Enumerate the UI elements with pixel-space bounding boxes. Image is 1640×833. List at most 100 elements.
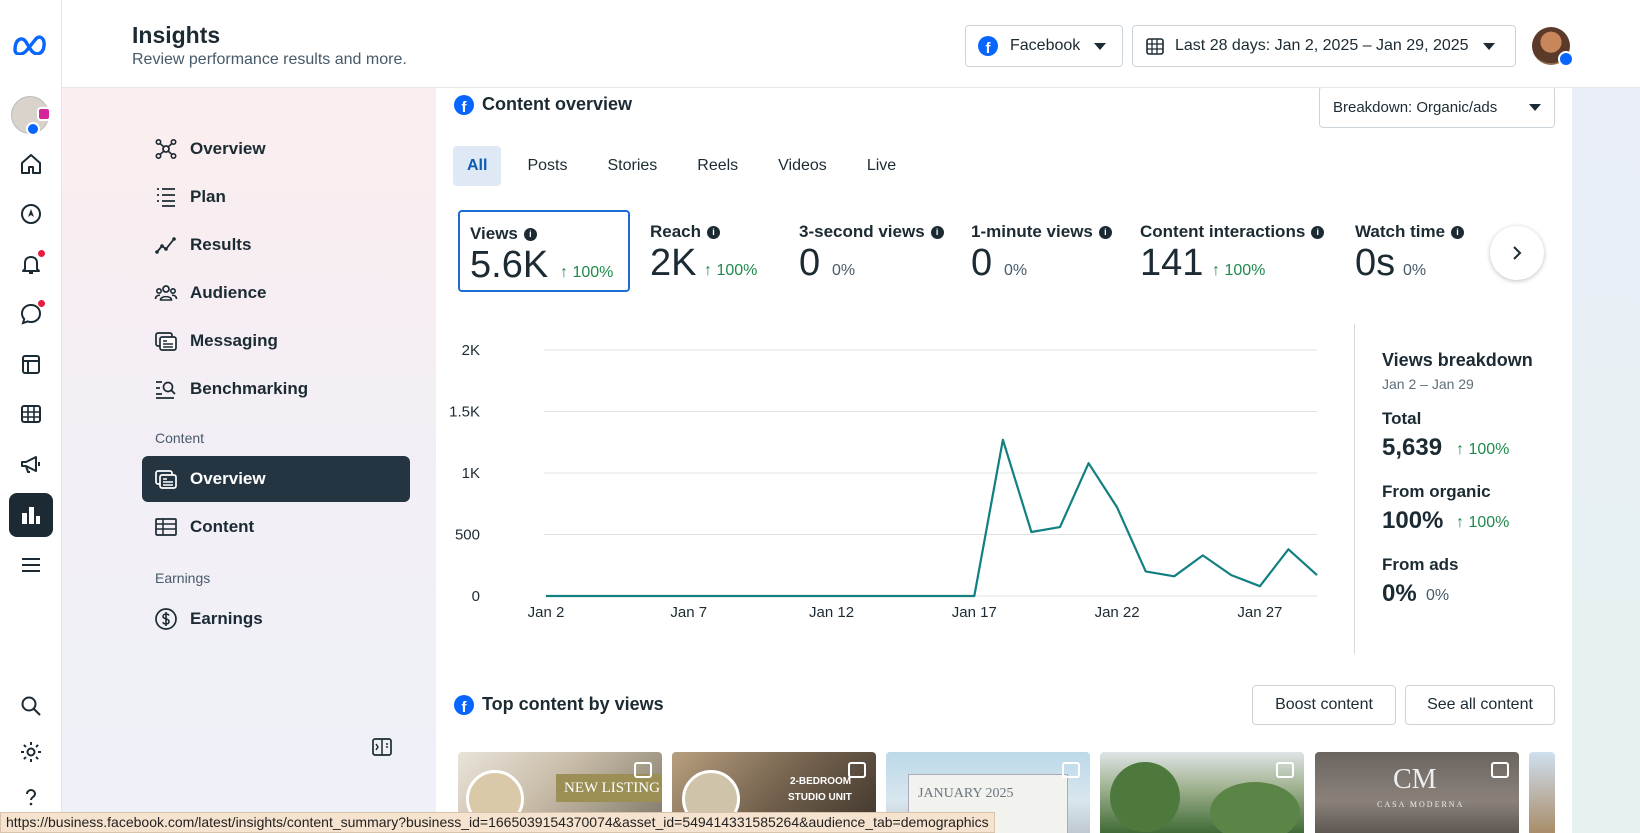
info-icon[interactable]: i	[523, 227, 537, 241]
content-table-icon	[155, 518, 177, 536]
tab-posts[interactable]: Posts	[513, 146, 581, 186]
info-icon[interactable]: i	[1451, 225, 1465, 239]
nav-item-overview[interactable]: Overview	[142, 126, 410, 172]
overview-icon	[155, 138, 177, 159]
organic-label: From organic	[1382, 482, 1491, 501]
insights-nav: Overview Plan Results Audience Messaging…	[62, 88, 436, 833]
info-icon[interactable]: i	[707, 225, 721, 239]
instagram-badge-icon	[37, 107, 51, 121]
notification-dot	[38, 250, 45, 257]
thumb-caption: CASA MODERNA	[1377, 800, 1465, 809]
calendar-icon	[1146, 38, 1164, 55]
tab-all[interactable]: All	[453, 146, 502, 186]
info-icon[interactable]: i	[930, 225, 944, 239]
page-avatar[interactable]	[11, 96, 51, 136]
see-all-content-button[interactable]: See all content	[1405, 685, 1555, 725]
page-subtitle: Review performance results and more.	[132, 51, 407, 68]
info-icon[interactable]: i	[1098, 225, 1112, 239]
page-title: Insights	[132, 22, 221, 48]
x-tick-label: Jan 27	[1237, 604, 1282, 621]
ads-value: 0%	[1382, 580, 1417, 607]
table-icon[interactable]	[9, 392, 53, 436]
gallery-icon	[634, 762, 652, 778]
chat-icon[interactable]	[9, 292, 53, 336]
metric-card-reach[interactable]: Reach i 2K ↑ 100%	[640, 210, 780, 292]
nav-section-content: Content	[155, 430, 205, 446]
facebook-icon: f	[978, 36, 998, 56]
x-tick-label: Jan 22	[1095, 604, 1140, 621]
content-overview-heading: f Content overview	[454, 94, 632, 115]
user-avatar[interactable]	[1532, 27, 1574, 67]
benchmarking-icon	[156, 381, 176, 399]
menu-icon[interactable]	[9, 543, 53, 587]
date-range-dropdown[interactable]: Last 28 days: Jan 2, 2025 – Jan 29, 2025	[1132, 25, 1516, 67]
content-overview-icon	[155, 470, 177, 489]
home-icon[interactable]	[9, 142, 53, 186]
gallery-icon	[1062, 762, 1080, 778]
chevron-down-icon	[1529, 103, 1541, 111]
right-background	[1572, 88, 1640, 833]
total-value: 5,639	[1382, 434, 1443, 461]
metric-change: ↑ 100%	[560, 264, 614, 281]
boost-content-button[interactable]: Boost content	[1252, 685, 1396, 725]
thumb-caption: NEW LISTING	[564, 780, 660, 796]
chat-dot	[38, 300, 45, 307]
metric-change: 0%	[1004, 262, 1028, 279]
page-header: Insights Review performance results and …	[0, 0, 1640, 88]
chart-divider	[1354, 324, 1355, 654]
platform-dropdown[interactable]: f Facebook	[965, 25, 1123, 67]
tab-videos[interactable]: Videos	[764, 146, 841, 186]
tab-live[interactable]: Live	[853, 146, 910, 186]
content-thumbnail[interactable]	[1529, 752, 1555, 833]
views-line-chart: 0 500 1K 1.5K 2K Jan 2 Jan 7 Jan 12 Jan 17 Jan 22…	[449, 342, 1318, 621]
gallery-icon	[848, 762, 866, 778]
y-tick-label: 500	[455, 527, 480, 544]
x-tick-label: Jan 12	[809, 604, 854, 621]
metric-card-views[interactable]: Views i 5.6K ↑ 100%	[458, 210, 630, 292]
insights-icon[interactable]	[9, 493, 53, 537]
nav-item-content-overview[interactable]: Overview	[142, 456, 410, 502]
metric-card-1-minute-views[interactable]: 1-minute views i 0 0%	[961, 210, 1121, 292]
meta-logo-icon[interactable]	[9, 22, 53, 66]
dollar-icon	[155, 608, 177, 630]
results-icon	[155, 237, 176, 254]
collapse-sidebar-icon[interactable]	[370, 735, 394, 759]
next-metrics-button[interactable]	[1490, 226, 1544, 280]
gear-icon[interactable]	[9, 730, 53, 774]
total-change: ↑ 100%	[1456, 441, 1510, 458]
status-bar-url: https://business.facebook.com/latest/ins…	[0, 812, 995, 833]
nav-item-earnings[interactable]: Earnings	[142, 596, 410, 642]
organic-change: ↑ 100%	[1456, 514, 1510, 531]
gallery-icon	[1491, 762, 1509, 778]
y-tick-label: 1.5K	[449, 404, 480, 421]
metric-card-watch-time[interactable]: Watch time i 0s 0%	[1345, 210, 1475, 292]
nav-item-content[interactable]: Content	[142, 504, 410, 550]
facebook-icon: f	[454, 94, 474, 115]
breakdown-dropdown[interactable]: Breakdown: Organic/ads	[1319, 86, 1555, 128]
tab-reels[interactable]: Reels	[683, 146, 752, 186]
metric-card-content-interactions[interactable]: Content interactions i 141 ↑ 100%	[1130, 210, 1330, 292]
metric-card-3-second-views[interactable]: 3-second views i 0 0%	[789, 210, 949, 292]
ads-label: From ads	[1382, 555, 1459, 574]
nav-item-results[interactable]: Results	[142, 222, 410, 268]
content-type-tabs: All Posts Stories Reels Videos Live	[453, 146, 922, 186]
thumb-caption: JANUARY 2025	[918, 786, 1014, 801]
nav-item-benchmarking[interactable]: Benchmarking	[142, 366, 410, 412]
metric-change: ↑ 100%	[704, 262, 758, 279]
content-thumbnail[interactable]: CM CASA MODERNA	[1315, 752, 1519, 833]
megaphone-icon[interactable]	[9, 442, 53, 486]
info-icon[interactable]: i	[1311, 225, 1325, 239]
nav-item-plan[interactable]: Plan	[142, 174, 410, 220]
posts-icon[interactable]	[9, 342, 53, 386]
tab-stories[interactable]: Stories	[593, 146, 671, 186]
metric-change: ↑ 100%	[1212, 262, 1266, 279]
facebook-badge-icon	[26, 122, 40, 136]
content-thumbnail[interactable]	[1100, 752, 1304, 833]
nav-section-earnings: Earnings	[155, 570, 211, 586]
notifications-icon[interactable]	[9, 242, 53, 286]
nav-item-messaging[interactable]: Messaging	[142, 318, 410, 364]
nav-item-audience[interactable]: Audience	[142, 270, 410, 316]
compass-icon[interactable]	[9, 192, 53, 236]
y-tick-label: 1K	[462, 465, 480, 482]
search-icon[interactable]	[9, 684, 53, 728]
